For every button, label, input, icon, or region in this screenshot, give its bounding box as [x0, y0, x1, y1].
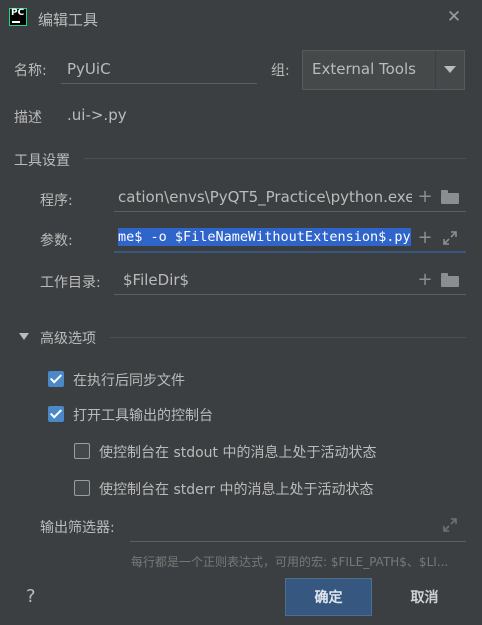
app-icon: PC — [9, 8, 27, 26]
stderr-active-label[interactable]: 使控制台在 stderr 中的消息上处于活动状态 — [99, 479, 373, 499]
output-filters-hint: 每行都是一个正则表达式，可用的宏: $FILE_PATH$、$LI... — [131, 555, 449, 569]
description-input-value: .ui->.py — [67, 106, 127, 124]
collapse-triangle-icon[interactable] — [19, 333, 29, 340]
combobox-divider — [435, 51, 436, 89]
workdir-label: 工作目录: — [40, 275, 101, 291]
app-icon-text: PC — [11, 8, 25, 18]
program-label: 程序: — [40, 193, 73, 209]
tool-settings-separator — [84, 158, 466, 159]
folder-icon[interactable] — [441, 190, 459, 204]
workdir-input-value: $FileDir$ — [123, 270, 190, 289]
advanced-options-title[interactable]: 高级选项 — [40, 328, 96, 348]
program-input-value: cation\envs\PyQT5_Practice\python.exe — [118, 187, 415, 206]
workdir-input[interactable]: $FileDir$ — [114, 265, 466, 295]
group-combobox-value: External Tools — [312, 60, 416, 78]
plus-icon[interactable]: + — [416, 188, 434, 206]
close-icon[interactable]: ✕ — [444, 7, 464, 27]
open-console-checkbox[interactable] — [48, 406, 64, 422]
group-combobox[interactable]: External Tools — [302, 50, 465, 90]
stdout-active-label[interactable]: 使控制台在 stdout 中的消息上处于活动状态 — [99, 442, 377, 462]
expand-icon[interactable] — [442, 517, 458, 533]
name-input-value: PyUiC — [67, 59, 111, 78]
expand-icon[interactable] — [442, 230, 458, 246]
cancel-button[interactable]: 取消 — [381, 578, 468, 616]
open-console-label[interactable]: 打开工具输出的控制台 — [73, 405, 213, 425]
output-filters-input[interactable] — [130, 512, 466, 542]
advanced-options-separator — [110, 337, 466, 338]
window-title: 编辑工具 — [38, 11, 99, 29]
group-label: 组: — [271, 63, 290, 79]
arguments-label: 参数: — [40, 233, 73, 249]
chevron-down-icon[interactable] — [444, 66, 456, 73]
description-label: 描述 — [14, 110, 42, 126]
help-icon[interactable]: ? — [26, 586, 36, 607]
description-input[interactable]: .ui->.py — [61, 100, 466, 130]
folder-icon[interactable] — [441, 273, 459, 287]
stderr-active-checkbox[interactable] — [74, 480, 90, 496]
plus-icon[interactable]: + — [416, 271, 434, 289]
stdout-active-checkbox[interactable] — [74, 443, 90, 459]
name-label: 名称: — [14, 63, 47, 79]
sync-files-checkbox[interactable] — [48, 371, 64, 387]
output-filters-label: 输出筛选器: — [40, 520, 115, 536]
tool-settings-title: 工具设置 — [14, 153, 70, 169]
sync-files-label[interactable]: 在执行后同步文件 — [73, 370, 185, 390]
name-input[interactable]: PyUiC — [61, 54, 257, 84]
arguments-input-value: me$ -o $FileNameWithoutExtension$.py — [118, 228, 411, 246]
plus-icon[interactable]: + — [416, 229, 434, 247]
ok-button[interactable]: 确定 — [285, 578, 372, 616]
